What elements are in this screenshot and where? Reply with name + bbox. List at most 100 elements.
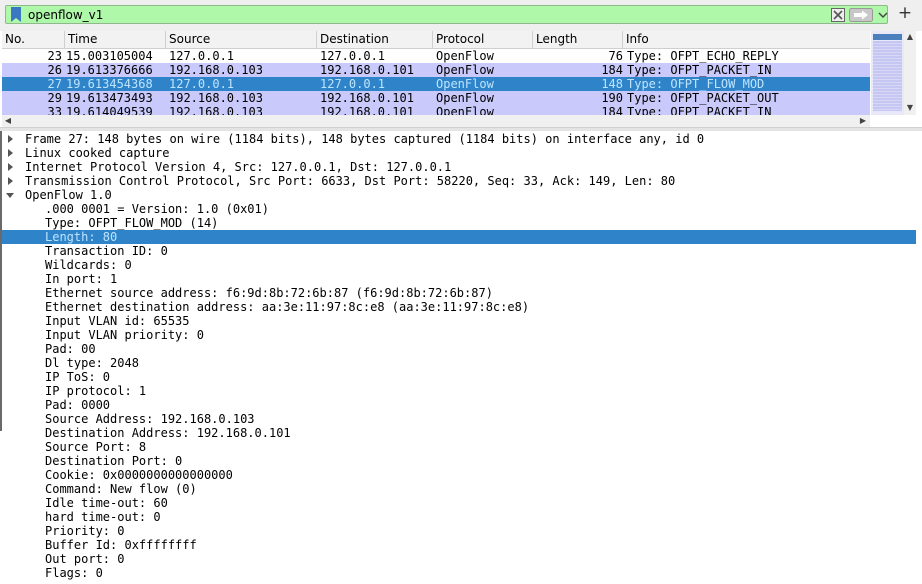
collapsed-triangle-icon[interactable] — [6, 135, 14, 143]
detail-field[interactable]: In port: 1 — [2, 272, 916, 286]
packet-cell-destination: 127.0.0.1 — [320, 77, 386, 91]
detail-text: Frame 27: 148 bytes on wire (1184 bits),… — [25, 132, 705, 146]
detail-field[interactable]: .000 0001 = Version: 1.0 (0x01) — [2, 202, 916, 216]
detail-field[interactable]: Type: OFPT_FLOW_MOD (14) — [2, 216, 916, 230]
column-header-info[interactable]: Info — [623, 31, 870, 48]
filter-text[interactable]: openflow_v1 — [28, 8, 103, 22]
detail-field[interactable]: IP protocol: 1 — [2, 384, 916, 398]
scroll-left-icon[interactable]: ◀ — [3, 116, 13, 126]
packet-cell-time: 19.613473493 — [66, 91, 153, 105]
column-header-length[interactable]: Length — [533, 31, 623, 48]
detail-field[interactable]: Ethernet source address: f6:9d:8b:72:6b:… — [2, 286, 916, 300]
detail-text: Ethernet source address: f6:9d:8b:72:6b:… — [45, 286, 493, 300]
packet-cell-no: 23 — [47, 49, 62, 63]
packet-row[interactable]: 33 19.614049539 192.168.0.103 192.168.0.101… — [2, 105, 870, 115]
packet-list-vertical-scrollbar[interactable]: ▲ ▼ — [904, 31, 916, 115]
apply-arrow-icon[interactable] — [849, 8, 873, 22]
detail-text: .000 0001 = Version: 1.0 (0x01) — [45, 202, 269, 216]
detail-field[interactable]: Dl type: 2048 — [2, 356, 916, 370]
detail-field[interactable]: Pad: 00 — [2, 342, 916, 356]
detail-field[interactable]: Source Port: 8 — [2, 440, 916, 454]
collapsed-triangle-icon[interactable] — [6, 163, 14, 171]
detail-text: Dl type: 2048 — [45, 356, 139, 370]
chevron-down-icon[interactable] — [878, 10, 888, 20]
detail-text: Length: 80 — [45, 230, 118, 244]
scroll-right-icon[interactable]: ▶ — [858, 116, 868, 126]
detail-field[interactable]: Ethernet destination address: aa:3e:11:9… — [2, 300, 916, 314]
detail-field[interactable]: Input VLAN priority: 0 — [2, 328, 916, 342]
expanded-triangle-icon[interactable] — [6, 191, 14, 199]
minimap-selection-marker — [873, 34, 902, 40]
detail-field[interactable]: Pad: 0000 — [2, 398, 916, 412]
packet-cell-protocol: OpenFlow — [436, 63, 494, 77]
packet-cell-source: 192.168.0.103 — [169, 63, 263, 77]
collapsed-triangle-icon[interactable] — [6, 177, 14, 185]
detail-text: OpenFlow 1.0 — [25, 188, 112, 202]
detail-protocol-node[interactable]: Frame 27: 148 bytes on wire (1184 bits),… — [2, 132, 916, 146]
detail-text: IP ToS: 0 — [45, 370, 111, 384]
column-header-destination[interactable]: Destination — [317, 31, 433, 48]
packet-cell-time: 19.613376666 — [66, 63, 153, 77]
detail-text: Type: OFPT_FLOW_MOD (14) — [45, 216, 219, 230]
packet-cell-no: 27 — [47, 77, 62, 91]
detail-protocol-node[interactable]: Internet Protocol Version 4, Src: 127.0.… — [2, 160, 916, 174]
column-header-time[interactable]: Time — [65, 31, 166, 48]
display-filter-input[interactable]: openflow_v1 — [5, 5, 888, 24]
detail-text: In port: 1 — [45, 272, 118, 286]
detail-text: Ethernet destination address: aa:3e:11:9… — [45, 300, 530, 314]
detail-field[interactable]: Length: 80 — [2, 230, 916, 244]
packet-cell-destination: 192.168.0.101 — [320, 63, 414, 77]
packet-cell-source: 127.0.0.1 — [169, 77, 235, 91]
column-header-protocol[interactable]: Protocol — [433, 31, 533, 48]
detail-text: Command: New flow (0) — [45, 482, 197, 496]
bookmark-icon[interactable] — [10, 7, 22, 22]
collapsed-triangle-icon[interactable] — [6, 149, 14, 157]
detail-field[interactable]: Idle time-out: 60 — [2, 496, 916, 510]
detail-field[interactable]: Destination Address: 192.168.0.101 — [2, 426, 916, 440]
column-header-source[interactable]: Source — [166, 31, 317, 48]
packet-list: No. Time Source Destination Protocol Len… — [0, 31, 922, 127]
packet-row[interactable]: 23 15.003105004 127.0.0.1 127.0.0.1 OpenFlow… — [2, 49, 870, 63]
packet-minimap[interactable] — [871, 31, 904, 115]
plus-icon[interactable]: + — [895, 2, 915, 24]
detail-text: Out port: 0 — [45, 552, 125, 566]
packet-cell-length: 184 — [601, 63, 623, 77]
detail-field[interactable]: Transaction ID: 0 — [2, 244, 916, 258]
detail-field[interactable]: Flags: 0 — [2, 566, 916, 580]
detail-field[interactable]: Input VLAN id: 65535 — [2, 314, 916, 328]
detail-protocol-node[interactable]: OpenFlow 1.0 — [2, 188, 916, 202]
packet-cell-source: 192.168.0.103 — [169, 105, 263, 115]
packet-cell-protocol: OpenFlow — [436, 91, 494, 105]
packet-row[interactable]: 27 19.613454368 127.0.0.1 127.0.0.1 OpenFlow… — [2, 77, 870, 91]
detail-protocol-node[interactable]: Linux cooked capture — [2, 146, 916, 160]
column-header-no[interactable]: No. — [2, 31, 65, 48]
clear-icon[interactable] — [831, 8, 845, 22]
detail-text: Priority: 0 — [45, 524, 125, 538]
packet-list-horizontal-scrollbar[interactable]: ◀ ▶ — [2, 115, 870, 127]
display-filter-toolbar: openflow_v1 + — [0, 0, 922, 31]
scroll-down-icon[interactable]: ▼ — [905, 103, 915, 113]
packet-details-tree: Frame 27: 148 bytes on wire (1184 bits),… — [0, 131, 922, 584]
detail-field[interactable]: Source Address: 192.168.0.103 — [2, 412, 916, 426]
scroll-up-icon[interactable]: ▲ — [905, 32, 915, 42]
detail-field[interactable]: Priority: 0 — [2, 524, 916, 538]
packet-row[interactable]: 29 19.613473493 192.168.0.103 192.168.0.101… — [2, 91, 870, 105]
packet-cell-length: 148 — [601, 77, 623, 91]
packet-cell-no: 29 — [47, 91, 62, 105]
detail-field[interactable]: Destination Port: 0 — [2, 454, 916, 468]
detail-text: Cookie: 0x0000000000000000 — [45, 468, 233, 482]
detail-field[interactable]: hard time-out: 0 — [2, 510, 916, 524]
packet-cell-time: 19.614049539 — [66, 105, 153, 115]
packet-cell-source: 127.0.0.1 — [169, 49, 235, 63]
packet-row[interactable]: 26 19.613376666 192.168.0.103 192.168.0.101… — [2, 63, 870, 77]
detail-field[interactable]: Out port: 0 — [2, 552, 916, 566]
detail-field[interactable]: Command: New flow (0) — [2, 482, 916, 496]
detail-protocol-node[interactable]: Transmission Control Protocol, Src Port:… — [2, 174, 916, 188]
packet-cell-no: 33 — [47, 105, 62, 115]
detail-field[interactable]: Buffer Id: 0xffffffff — [2, 538, 916, 552]
detail-field[interactable]: Wildcards: 0 — [2, 258, 916, 272]
detail-text: Destination Address: 192.168.0.101 — [45, 426, 291, 440]
detail-field[interactable]: IP ToS: 0 — [2, 370, 916, 384]
detail-text: Source Address: 192.168.0.103 — [45, 412, 255, 426]
detail-field[interactable]: Cookie: 0x0000000000000000 — [2, 468, 916, 482]
